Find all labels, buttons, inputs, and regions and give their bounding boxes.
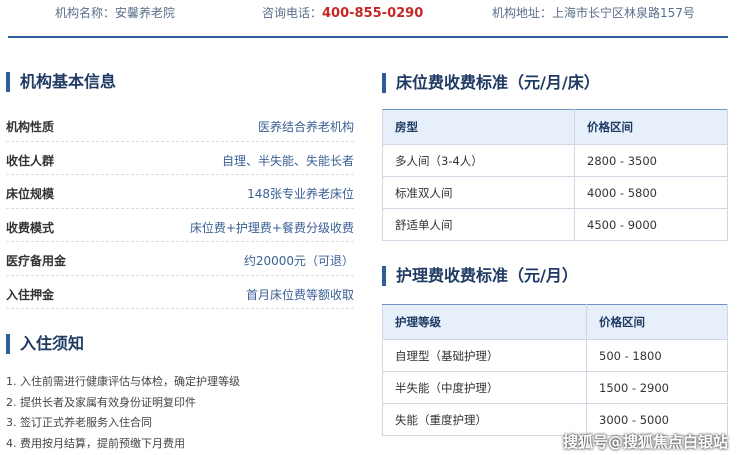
bed-fee-title: 床位费收费标准（元/月/床）: [382, 72, 600, 94]
info-label: 医疗备用金: [6, 254, 67, 268]
info-row: 收住人群 自理、半失能、失能长者: [6, 142, 354, 175]
table-cell: 500 - 1800: [586, 339, 728, 372]
info-value: 自理、半失能、失能长者: [221, 153, 354, 168]
admission-title: 入住须知: [6, 333, 84, 355]
table-cell: 舒适单人间: [382, 208, 575, 241]
table-row: 自理型（基础护理） 500 - 1800: [382, 339, 728, 372]
table-cell: 4500 - 9000: [574, 208, 728, 241]
info-label: 收费模式: [6, 220, 55, 235]
care-fee-table: 护理等级 价格区间 自理型（基础护理） 500 - 1800 半失能（中度护理）…: [382, 304, 728, 436]
table-cell: 失能（重度护理）: [382, 403, 587, 436]
table-header-row: 房型 价格区间: [382, 109, 728, 145]
info-label: 入住押金: [6, 287, 55, 302]
table-header: 价格区间: [586, 304, 728, 340]
info-row: 机构性质 医养结合养老机构: [6, 108, 354, 142]
info-value: 约20000元（可退）: [243, 254, 354, 268]
table-row: 半失能（中度护理） 1500 - 2900: [382, 371, 728, 404]
admission-list: 1. 入住前需进行健康评估与体检，确定护理等级 2. 提供长者及家属有效身份证明…: [6, 372, 354, 454]
table-cell: 1500 - 2900: [586, 371, 728, 404]
info-row: 入住押金 首月床位费等额收取: [6, 276, 354, 309]
list-item: 3. 签订正式养老服务入住合同: [6, 416, 152, 429]
table-row: 多人间（3-4人） 2800 - 3500: [382, 144, 728, 177]
list-item: 4. 费用按月结算，提前预缴下月费用: [6, 436, 185, 450]
basic-info-title: 机构基本信息: [6, 71, 116, 93]
institution-name: 机构名称：安馨养老院: [55, 4, 175, 21]
info-label: 机构性质: [6, 120, 55, 134]
table-header: 护理等级: [382, 304, 587, 340]
table-cell: 半失能（中度护理）: [382, 371, 587, 404]
table-cell: 自理型（基础护理）: [382, 339, 587, 372]
bed-fee-table: 房型 价格区间 多人间（3-4人） 2800 - 3500 标准双人间 4000…: [382, 109, 728, 241]
care-fee-title: 护理费收费标准（元/月）: [382, 265, 578, 287]
table-cell: 标准双人间: [382, 176, 575, 209]
header-divider: [8, 36, 728, 38]
table-header-row: 护理等级 价格区间: [382, 304, 728, 340]
table-cell: 4000 - 5800: [574, 176, 728, 209]
basic-info-list: 机构性质 医养结合养老机构 收住人群 自理、半失能、失能长者 床位规模 148张…: [6, 108, 354, 309]
info-row: 收费模式 床位费+护理费+餐费分级收费: [6, 209, 354, 242]
phone-label: 咨询电话：: [262, 6, 323, 20]
address-value: 上海市长宁区林泉路157号: [552, 6, 695, 20]
table-cell: 多人间（3-4人）: [382, 144, 575, 177]
info-value: 首月床位费等额收取: [245, 287, 354, 302]
top-info-bar: 机构名称：安馨养老院 咨询电话：400-855-0290 机构地址：上海市长宁区…: [0, 0, 740, 30]
table-cell: 2800 - 3500: [574, 144, 728, 177]
info-value: 医养结合养老机构: [257, 120, 354, 134]
watermark: 搜狐号@搜狐焦点白银站: [562, 433, 728, 451]
info-value: 床位费+护理费+餐费分级收费: [189, 220, 354, 235]
info-label: 收住人群: [6, 153, 55, 168]
info-label: 床位规模: [6, 187, 55, 201]
phone-value[interactable]: 400-855-0290: [322, 6, 423, 21]
consult-phone: 咨询电话：400-855-0290: [262, 4, 423, 21]
list-item: 1. 入住前需进行健康评估与体检，确定护理等级: [6, 375, 240, 388]
table-row: 标准双人间 4000 - 5800: [382, 176, 728, 209]
name-value: 安馨养老院: [115, 6, 176, 20]
name-label: 机构名称：: [55, 6, 116, 20]
list-item: 2. 提供长者及家属有效身份证明复印件: [6, 395, 196, 409]
table-header: 房型: [382, 109, 575, 145]
info-row: 床位规模 148张专业养老床位: [6, 175, 354, 209]
address-label: 机构地址：: [492, 6, 553, 20]
table-header: 价格区间: [574, 109, 728, 145]
info-value: 148张专业养老床位: [247, 187, 354, 201]
info-row: 医疗备用金 约20000元（可退）: [6, 242, 354, 276]
institution-address: 机构地址：上海市长宁区林泉路157号: [492, 4, 695, 21]
table-row: 舒适单人间 4500 - 9000: [382, 208, 728, 241]
